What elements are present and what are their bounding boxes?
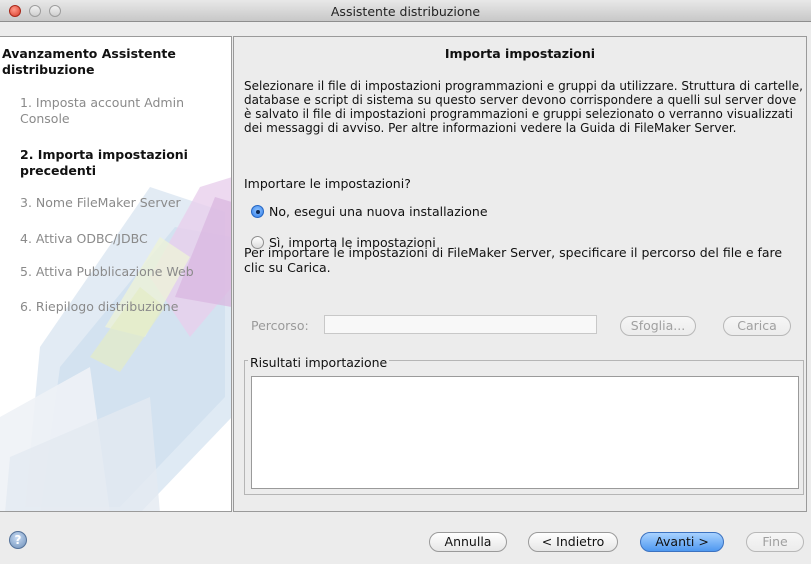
next-button[interactable]: Avanti >	[640, 532, 724, 552]
radio-new-install[interactable]: No, esegui una nuova installazione	[251, 204, 488, 219]
radio-new-install-indicator[interactable]	[251, 205, 264, 218]
import-instructions: Per importare le impostazioni di FileMak…	[244, 245, 783, 275]
path-input[interactable]	[324, 315, 597, 334]
sidebar-heading: Avanzamento Assistente distribuzione	[2, 46, 176, 77]
sidebar-step-4: 4. Attiva ODBC/JDBC	[20, 231, 148, 246]
sidebar-step-5: 5. Attiva Pubblicazione Web	[20, 264, 194, 279]
cancel-button[interactable]: Annulla	[429, 532, 507, 552]
panel-title: Importa impostazioni	[444, 46, 596, 61]
radio-new-install-label[interactable]: No, esegui una nuova installazione	[269, 204, 488, 219]
import-results-label: Risultati importazione	[248, 355, 390, 370]
main-panel: Importa impostazioni Selezionare il file…	[233, 36, 807, 512]
load-button[interactable]: Carica	[723, 316, 791, 336]
progress-sidebar: Avanzamento Assistente distribuzione 1. …	[0, 36, 232, 512]
back-button[interactable]: < Indietro	[528, 532, 618, 552]
window-title: Assistente distribuzione	[330, 4, 481, 19]
import-results-textarea[interactable]	[251, 376, 799, 489]
finish-button[interactable]: Fine	[746, 532, 804, 552]
browse-button[interactable]: Sfoglia...	[620, 316, 696, 336]
import-question: Importare le impostazioni?	[244, 176, 411, 191]
sidebar-step-6: 6. Riepilogo distribuzione	[20, 299, 179, 314]
title-bar: Assistente distribuzione	[0, 0, 811, 22]
sidebar-step-3: 3. Nome FileMaker Server	[20, 195, 181, 210]
question-mark-icon: ?	[14, 533, 22, 547]
panel-description: Selezionare il file di impostazioni prog…	[244, 79, 803, 135]
sidebar-step-1: 1. Imposta account Admin Console	[20, 95, 185, 126]
sidebar-step-2: 2. Importa impostazioni precedenti	[20, 147, 188, 178]
help-button[interactable]: ?	[9, 531, 27, 549]
path-label: Percorso:	[251, 318, 309, 333]
